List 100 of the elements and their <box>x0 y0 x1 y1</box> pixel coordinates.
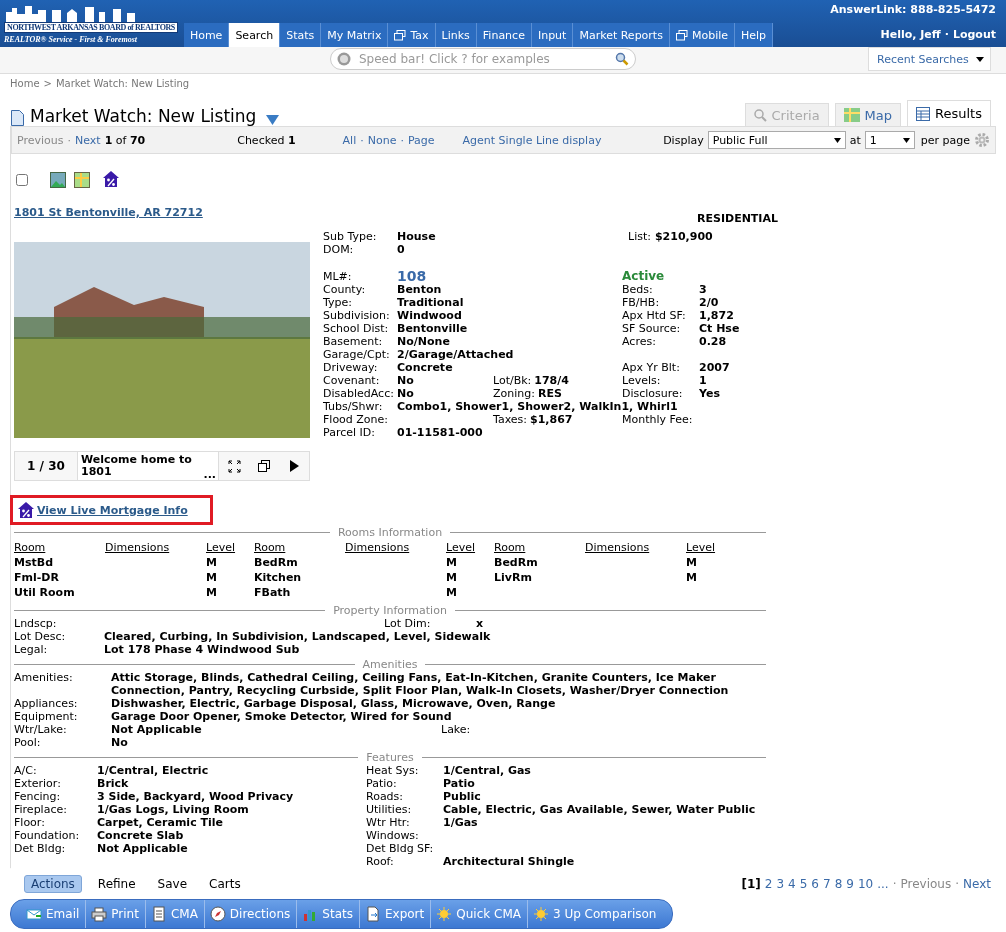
action-button[interactable]: Stats <box>297 900 360 928</box>
page-number-link[interactable]: 7 <box>823 877 831 891</box>
window-icon <box>675 29 688 41</box>
page-number-link[interactable]: 2 <box>764 877 773 891</box>
document-icon <box>150 906 167 922</box>
caret-icon <box>833 137 841 143</box>
recent-searches-dropdown[interactable]: Recent Searches <box>868 47 991 71</box>
printer-icon <box>91 906 108 922</box>
page-number-link[interactable]: 4 <box>788 877 796 891</box>
previous-link[interactable]: Previous <box>900 877 952 891</box>
page-number-link[interactable]: 6 <box>811 877 819 891</box>
field-value: 01-11581-000 <box>397 426 484 439</box>
select-link[interactable]: None <box>367 133 397 147</box>
next-link[interactable]: Next <box>75 133 101 147</box>
field-value: No/None <box>397 335 451 348</box>
select-link[interactable]: All <box>342 133 357 147</box>
dropdown-triangle-icon[interactable] <box>266 115 280 125</box>
field-label: Levels: <box>622 374 662 387</box>
section-title: Rooms Information <box>337 525 443 539</box>
select-checkbox[interactable] <box>16 174 28 186</box>
room-name: Util Room <box>14 585 76 600</box>
field-label: School Dist: <box>323 322 390 335</box>
nav-tab[interactable]: Mobile <box>669 23 735 47</box>
action-button[interactable]: Quick CMA <box>431 900 528 928</box>
greeting: Hello, Jeff <box>880 28 941 41</box>
field-label: DisabledAcc: <box>323 387 395 400</box>
field-label: Flood Zone: <box>323 413 390 426</box>
field-value: No <box>397 374 415 387</box>
field-value: Traditional <box>397 296 465 309</box>
select-link[interactable]: Page <box>407 133 435 147</box>
nav-tab[interactable]: Tax <box>388 23 436 47</box>
display-select[interactable]: Public Full <box>707 131 846 149</box>
field-label: Type: <box>323 296 353 309</box>
search-icon[interactable] <box>615 52 629 66</box>
field-value: Cable, Electric, Gas Available, Sewer, Water Public <box>443 803 757 816</box>
copy-icon[interactable] <box>258 460 270 472</box>
nav-tab[interactable]: My Matrix <box>321 23 389 47</box>
next-link[interactable]: Next <box>963 877 991 891</box>
action-button[interactable]: Directions <box>204 900 298 928</box>
nav-tab[interactable]: Input <box>531 23 574 47</box>
mortgage-info-link[interactable]: View Live Mortgage Info <box>37 503 188 517</box>
room-name: LivRm <box>494 570 533 585</box>
field-label: Foundation: <box>14 829 81 842</box>
view-tab[interactable]: Map <box>834 103 902 126</box>
field-label: Fencing: <box>14 790 62 803</box>
room-level: M <box>446 570 458 585</box>
page-number-link[interactable]: 5 <box>799 877 808 891</box>
display-label: Display <box>663 133 704 147</box>
action-button[interactable]: Print <box>86 900 146 928</box>
nav-tab[interactable]: Home <box>183 23 230 47</box>
field-label: Roads: <box>366 790 405 803</box>
page-number-link[interactable]: 10 <box>857 877 874 891</box>
field-value: Lot 178 Phase 4 Windwood Sub <box>104 643 301 656</box>
nav-tab[interactable]: Market Reports <box>573 23 670 47</box>
email-icon <box>26 906 42 922</box>
agent-single-line-link[interactable]: Agent Single Line display <box>462 133 602 147</box>
nav-tab[interactable]: Search <box>229 23 281 47</box>
page-number-link[interactable]: 8 <box>834 877 843 891</box>
action-button[interactable]: Export <box>359 900 432 928</box>
field-value: Not Applicable <box>111 723 203 736</box>
field-label: Taxes: <box>493 413 527 426</box>
room-name: BedRm <box>254 555 299 570</box>
field-label: Monthly Fee: <box>622 413 694 426</box>
field-label: Basement: <box>323 335 384 348</box>
listing-address-link[interactable]: 1801 St Bentonville, AR 72712 <box>14 206 203 225</box>
room-name: FBath <box>254 585 292 600</box>
more-link[interactable]: ... <box>203 470 218 480</box>
footer-tab[interactable]: Refine <box>91 876 142 892</box>
footer-tab[interactable]: Save <box>151 876 194 892</box>
logout-link[interactable]: Logout <box>952 28 996 41</box>
field-value: Combo1, Shower1, Shower2, WalkIn1, Whirl1 <box>397 400 679 413</box>
field-value: Windwood <box>397 309 463 322</box>
nav-tab[interactable]: Links <box>435 23 477 47</box>
action-button[interactable]: Email <box>21 900 87 928</box>
action-button[interactable]: CMA <box>145 900 205 928</box>
page-number-link[interactable]: 3 <box>776 877 785 891</box>
field-label: A/C: <box>14 764 38 777</box>
export-icon <box>364 906 381 922</box>
footer-tab[interactable]: Carts <box>203 876 247 892</box>
page-number-link[interactable]: [1] <box>741 877 761 891</box>
play-icon[interactable] <box>289 460 299 472</box>
column-header: Room <box>254 541 286 554</box>
nav-tab[interactable]: Stats <box>280 23 322 47</box>
page-number-link[interactable]: 9 <box>846 877 854 891</box>
page-size-select[interactable]: 1 <box>864 131 915 149</box>
room-level: M <box>206 585 218 600</box>
field-value: Brick <box>97 777 130 790</box>
nav-tab[interactable]: Help <box>735 23 774 47</box>
action-button[interactable]: 3 Up Comparison <box>527 900 663 928</box>
speed-bar-field[interactable]: Speed bar! Click ? for examples <box>330 48 636 70</box>
view-tab[interactable]: Results <box>907 100 991 126</box>
nav-tab[interactable]: Finance <box>476 23 532 47</box>
photo-icon[interactable] <box>50 172 66 188</box>
field-label: Det Bldg: <box>14 842 67 855</box>
board-name: NORTHWEST ARKANSAS BOARD of REALTORS <box>4 22 178 33</box>
search-icon <box>753 108 767 122</box>
breadcrumb-link[interactable]: Home <box>10 78 40 94</box>
fullscreen-icon[interactable] <box>227 459 241 473</box>
map-icon[interactable] <box>74 172 90 188</box>
footer-tab[interactable]: Actions <box>24 875 82 893</box>
